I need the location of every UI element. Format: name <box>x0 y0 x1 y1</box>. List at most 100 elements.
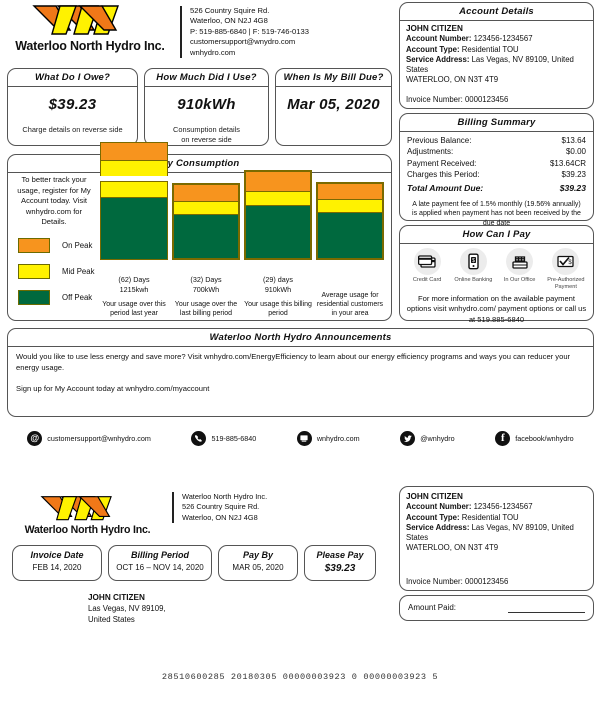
bar-segment <box>100 142 168 161</box>
box-title: When Is My Bill Due? <box>276 69 391 87</box>
total-due-value: $39.23 <box>559 182 586 193</box>
stub-name-line: Waterloo North Hydro Inc. <box>182 492 268 501</box>
monitor-icon <box>296 430 312 446</box>
stub-box-title: Please Pay <box>316 550 364 560</box>
stub-address-line: Waterloo, ON N2J 4G8 <box>182 512 258 522</box>
company-address: 526 Country Squire Rd. Waterloo, ON N2J … <box>180 6 400 59</box>
stub-invoice-number-row: Invoice Number: 0000123456 <box>406 577 508 586</box>
billing-period-box: Billing Period OCT 16 – NOV 14, 2020 <box>108 545 212 581</box>
billing-row: Previous Balance: $13.64 <box>407 135 586 146</box>
total-amount-due-row: Total Amount Due: $39.23 <box>407 183 586 194</box>
company-name: Waterloo North Hydro Inc. <box>15 39 165 53</box>
billing-row-value: $13.64 <box>561 136 586 145</box>
stub-customer-name: JOHN CITIZEN <box>88 593 145 602</box>
billing-period-value: OCT 16 – NOV 14, 2020 <box>116 563 204 572</box>
wnh-logo-icon <box>39 496 112 521</box>
box-title: What Do I Owe? <box>8 69 137 87</box>
bar-segment <box>100 160 168 177</box>
billing-summary-title: Billing Summary <box>400 114 593 132</box>
service-address-row: Service Address: Las Vegas, NV 89109, Un… <box>406 55 587 76</box>
consumption-note: To better track your usage, register for… <box>17 175 91 226</box>
consumption-bar-chart: (62) Days 1215kwh Your usage over this per… <box>100 142 387 318</box>
how-much-did-i-use-box: How Much Did I Use? 910kWh Consumption d… <box>144 68 269 146</box>
account-type-label: Account Type: <box>406 44 460 54</box>
company-website[interactable]: wnhydro.com <box>190 48 400 58</box>
bar-description: Your usage over this period last year <box>102 301 166 317</box>
announcement-paragraph-1: Would you like to use less energy and sa… <box>16 352 571 372</box>
box-title: How Much Did I Use? <box>145 69 268 87</box>
account-number-value: 123456-1234567 <box>473 34 533 44</box>
bar-description: Average usage for residential customers … <box>316 292 384 317</box>
bar-days-label: (32) Days <box>190 275 222 285</box>
my-consumption-panel: My Consumption To better track your usag… <box>7 142 392 321</box>
amount-paid-box: Amount Paid: <box>399 595 594 621</box>
stub-account-details-panel: JOHN CITIZEN Account Number: 123456-1234… <box>399 486 594 591</box>
invoice-number-row: Invoice Number: 0000123456 <box>406 95 508 104</box>
phone-fax-line: P: 519-885-6840 | F: 519-746-0133 <box>190 26 309 36</box>
payment-method-caption: Pre-Authorized Payment <box>547 277 585 290</box>
bar-segment <box>317 198 383 212</box>
stacked-bar <box>100 142 168 260</box>
bar-segment <box>245 205 311 259</box>
legend-item-mid-peak: Mid Peak <box>12 263 96 279</box>
contact-facebook[interactable]: f facebook/wnhydro <box>495 430 574 446</box>
bar-segment <box>173 200 239 214</box>
legend-item-off-peak: Off Peak <box>12 289 96 305</box>
facebook-icon: f <box>495 430 511 446</box>
company-logo-block: Waterloo North Hydro Inc. <box>10 4 170 53</box>
billing-summary-panel: Billing Summary Previous Balance: $13.64 … <box>399 113 594 227</box>
stub-customer-address: JOHN CITIZEN Las Vegas, NV 89109, United… <box>88 592 288 625</box>
bar-kwh-label: 1215kwh <box>119 284 149 294</box>
stub-account-number-row: Account Number: 123456-1234567 <box>406 502 587 512</box>
contact-phone[interactable]: 519-885-6840 <box>191 430 257 446</box>
payment-method-credit-card[interactable]: Credit Card <box>405 248 449 291</box>
payment-method-caption: Credit Card <box>412 277 442 283</box>
bar-segment <box>317 211 383 259</box>
service-address-label: Service Address: <box>406 54 470 64</box>
billing-row-label: Previous Balance: <box>407 136 472 145</box>
contact-strip: @ customersupport@wnhydro.com 519-885-68… <box>7 425 594 451</box>
stub-address-line: 526 Country Squire Rd. <box>182 502 260 512</box>
payment-methods: Credit Card $ Online Banking In Our Offi… <box>400 244 593 291</box>
contact-twitter[interactable]: @wnhydro <box>400 430 455 446</box>
contact-text: customersupport@wnhydro.com <box>47 433 151 443</box>
amount-paid-input[interactable] <box>508 602 585 613</box>
utility-bill-page: Waterloo North Hydro Inc. 526 Country Sq… <box>0 0 600 726</box>
billing-summary-body: Previous Balance: $13.64 Adjustments: $0.0… <box>400 132 593 228</box>
support-email[interactable]: customersupport@wnydro.com <box>190 37 400 47</box>
billing-row: Payment Received: $13.64CR <box>407 158 586 169</box>
billing-row-value: $39.23 <box>561 170 586 180</box>
invoice-date-box: Invoice Date FEB 14, 2020 <box>12 545 102 581</box>
service-city-line: WATERLOO, ON N3T 4T9 <box>406 75 499 85</box>
contact-website[interactable]: wnhydro.com <box>296 430 360 446</box>
stub-account-type-label: Account Type: <box>406 512 460 522</box>
bar-label-group: (62) Days 1215kwh Your usage over this per… <box>100 274 168 318</box>
contact-text: 519-885-6840 <box>211 433 257 443</box>
contact-text: wnhydro.com <box>316 433 360 443</box>
announcement-paragraph-2: Sign up for My Account today at wnhydro.… <box>16 384 210 393</box>
legend-label: On Peak <box>62 240 93 250</box>
payment-method-pre-authorized[interactable]: $ Pre-Authorized Payment <box>544 248 588 291</box>
stub-customer-line-2: United States <box>88 615 135 624</box>
stub-account-number-label: Account Number: <box>406 502 472 512</box>
stacked-bar <box>244 170 312 260</box>
stub-account-holder-name: JOHN CITIZEN <box>406 492 463 501</box>
address-line: 526 Country Squire Rd. <box>190 6 270 15</box>
svg-text:$: $ <box>472 258 475 264</box>
account-details-panel: Account Details JOHN CITIZEN Account Num… <box>399 2 594 109</box>
due-date-value: Mar 05, 2020 <box>287 96 380 113</box>
account-details-title: Account Details <box>400 3 593 21</box>
chart-plot-area: (62) Days 1215kwh Your usage over this per… <box>100 142 387 318</box>
payment-method-in-our-office[interactable]: In Our Office <box>498 248 542 291</box>
contact-email[interactable]: @ customersupport@wnhydro.com <box>27 430 151 446</box>
how-can-i-pay-title: How Can I Pay <box>400 226 593 244</box>
bar-days-label: (29) days <box>263 275 293 285</box>
bar-description: Your usage over the last billing period <box>174 301 238 317</box>
stub-company-name: Waterloo North Hydro Inc. <box>24 524 151 536</box>
online-banking-icon: $ <box>459 248 487 275</box>
amount-paid-label: Amount Paid: <box>408 603 457 612</box>
stub-box-title: Invoice Date <box>30 550 84 560</box>
billing-row: Charges this Period: $39.23 <box>407 169 586 180</box>
stub-box-title: Billing Period <box>130 550 189 560</box>
payment-method-online-banking[interactable]: $ Online Banking <box>451 248 495 291</box>
